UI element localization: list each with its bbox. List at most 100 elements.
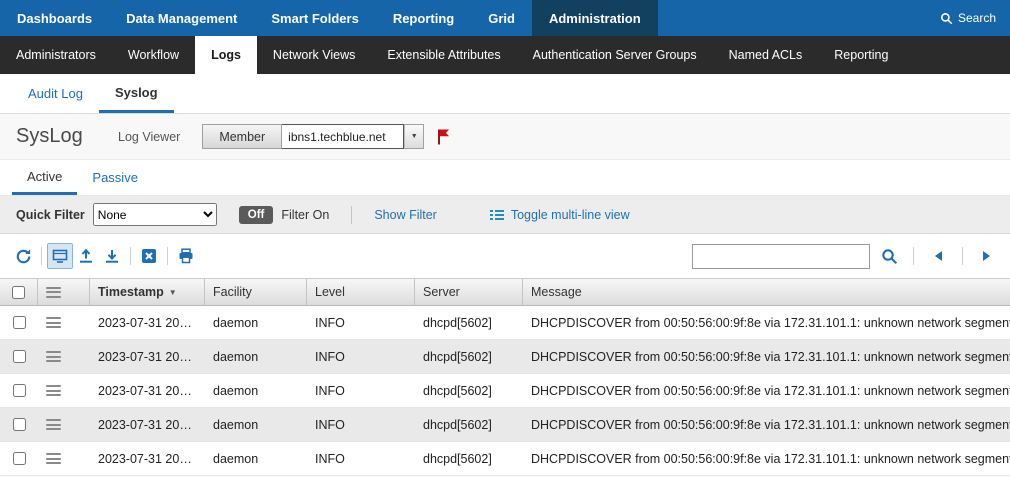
view-tab[interactable]: Passive (77, 160, 153, 195)
table-menu-icon (46, 287, 61, 298)
view-tab-label: Active (27, 169, 62, 184)
sub-nav-item-label: Administrators (16, 48, 96, 62)
quick-filter-select[interactable]: None (93, 203, 217, 226)
print-icon (178, 248, 194, 264)
row-menu-icon[interactable] (46, 453, 61, 464)
column-header-timestamp[interactable]: Timestamp ▼ (90, 279, 205, 305)
row-checkbox[interactable] (13, 350, 26, 363)
sub-nav-item[interactable]: Extensible Attributes (371, 36, 516, 74)
clear-button[interactable] (136, 243, 162, 269)
show-filter-link[interactable]: Show Filter (374, 208, 437, 222)
table-row[interactable]: 2023-07-31 20… daemon INFO dhcpd[5602] D… (0, 306, 1010, 340)
table-row[interactable]: 2023-07-31 20… daemon INFO dhcpd[5602] D… (0, 374, 1010, 408)
log-type-tab-label: Audit Log (28, 86, 83, 101)
view-tab-label: Passive (92, 170, 138, 185)
page-title: SysLog (16, 125, 118, 148)
view-tab[interactable]: Active (12, 160, 77, 195)
next-page-button[interactable] (974, 243, 1000, 269)
row-checkbox[interactable] (13, 418, 26, 431)
top-nav-item[interactable]: Administration (532, 0, 658, 36)
cell-facility: daemon (205, 306, 307, 339)
view-tabs: Active Passive (0, 160, 1010, 196)
download-button[interactable] (99, 243, 125, 269)
refresh-icon (15, 248, 32, 265)
row-checkbox[interactable] (13, 384, 26, 397)
sub-nav-item[interactable]: Network Views (257, 36, 371, 74)
cell-message: DHCPDISCOVER from 00:50:56:00:9f:8e via … (523, 374, 1010, 407)
sub-nav-item[interactable]: Reporting (818, 36, 904, 74)
cell-server: dhcpd[5602] (415, 442, 523, 475)
member-dropdown-button[interactable]: ▼ (404, 124, 424, 149)
cell-message: DHCPDISCOVER from 00:50:56:00:9f:8e via … (523, 306, 1010, 339)
cell-level: INFO (307, 306, 415, 339)
sub-nav-item[interactable]: Administrators (0, 36, 112, 74)
top-nav-item-label: Reporting (393, 11, 454, 26)
divider (913, 247, 914, 265)
row-select-cell (0, 442, 38, 475)
sub-nav-item[interactable]: Authentication Server Groups (517, 36, 713, 74)
log-viewer-label: Log Viewer (118, 130, 180, 144)
divider (351, 206, 352, 224)
export-button[interactable] (73, 243, 99, 269)
row-checkbox[interactable] (13, 316, 26, 329)
prev-page-button[interactable] (925, 243, 951, 269)
admin-sub-nav: Administrators Workflow Logs Network Vie… (0, 36, 1010, 74)
toggle-multiline-link[interactable]: Toggle multi-line view (511, 208, 630, 222)
grid-search-button[interactable] (876, 243, 902, 269)
cell-level: INFO (307, 408, 415, 441)
print-button[interactable] (173, 243, 199, 269)
log-type-tab-label: Syslog (115, 85, 158, 100)
column-label-timestamp: Timestamp (98, 285, 164, 299)
column-header-server[interactable]: Server (415, 279, 523, 305)
table-row[interactable]: 2023-07-31 20… daemon INFO dhcpd[5602] D… (0, 442, 1010, 476)
next-page-icon (982, 250, 992, 262)
top-nav-item[interactable]: Data Management (109, 0, 254, 36)
row-menu-icon[interactable] (46, 317, 61, 328)
top-nav-item-label: Data Management (126, 11, 237, 26)
sub-nav-item-label: Named ACLs (729, 48, 803, 62)
top-nav-item[interactable]: Reporting (376, 0, 471, 36)
grid-toolbar (0, 234, 1010, 278)
column-label-server: Server (423, 285, 460, 299)
bookmark-flag-icon[interactable] (436, 128, 450, 145)
row-menu-icon[interactable] (46, 351, 61, 362)
row-menu-icon[interactable] (46, 385, 61, 396)
row-checkbox[interactable] (13, 452, 26, 465)
log-type-tab[interactable]: Audit Log (12, 74, 99, 113)
top-nav-item[interactable]: Smart Folders (254, 0, 375, 36)
member-button[interactable]: Member (202, 124, 282, 149)
table-row[interactable]: 2023-07-31 20… daemon INFO dhcpd[5602] D… (0, 408, 1010, 442)
column-header-level[interactable]: Level (307, 279, 415, 305)
refresh-button[interactable] (10, 243, 36, 269)
table-body: 2023-07-31 20… daemon INFO dhcpd[5602] D… (0, 306, 1010, 476)
member-input[interactable] (282, 124, 404, 149)
sub-nav-item[interactable]: Logs (195, 36, 257, 74)
sub-nav-item[interactable]: Workflow (112, 36, 195, 74)
row-select-cell (0, 340, 38, 373)
column-header-facility[interactable]: Facility (205, 279, 307, 305)
row-menu-cell (38, 442, 90, 475)
global-search[interactable]: Search (926, 0, 1010, 36)
chevron-down-icon: ▼ (411, 133, 418, 140)
cell-server: dhcpd[5602] (415, 408, 523, 441)
cell-server: dhcpd[5602] (415, 306, 523, 339)
sub-nav-item[interactable]: Named ACLs (713, 36, 819, 74)
follow-view-button[interactable] (47, 243, 73, 269)
filter-toggle-button[interactable]: Off (239, 206, 274, 224)
log-type-tab[interactable]: Syslog (99, 74, 174, 113)
header-menu-cell[interactable] (38, 279, 90, 305)
page-header: SysLog Log Viewer Member ▼ (0, 114, 1010, 160)
sub-nav-item-label: Reporting (834, 48, 888, 62)
grid-search-input[interactable] (692, 244, 870, 269)
row-menu-icon[interactable] (46, 419, 61, 430)
top-nav-item[interactable]: Dashboards (0, 0, 109, 36)
cell-timestamp: 2023-07-31 20… (90, 408, 205, 441)
top-nav-item[interactable]: Grid (471, 0, 532, 36)
cell-message: DHCPDISCOVER from 00:50:56:00:9f:8e via … (523, 442, 1010, 475)
select-all-checkbox[interactable] (12, 286, 25, 299)
table-row[interactable]: 2023-07-31 20… daemon INFO dhcpd[5602] D… (0, 340, 1010, 374)
column-header-message[interactable]: Message (523, 279, 1010, 305)
top-nav-item-label: Dashboards (17, 11, 92, 26)
cell-timestamp: 2023-07-31 20… (90, 442, 205, 475)
search-icon (940, 12, 953, 25)
